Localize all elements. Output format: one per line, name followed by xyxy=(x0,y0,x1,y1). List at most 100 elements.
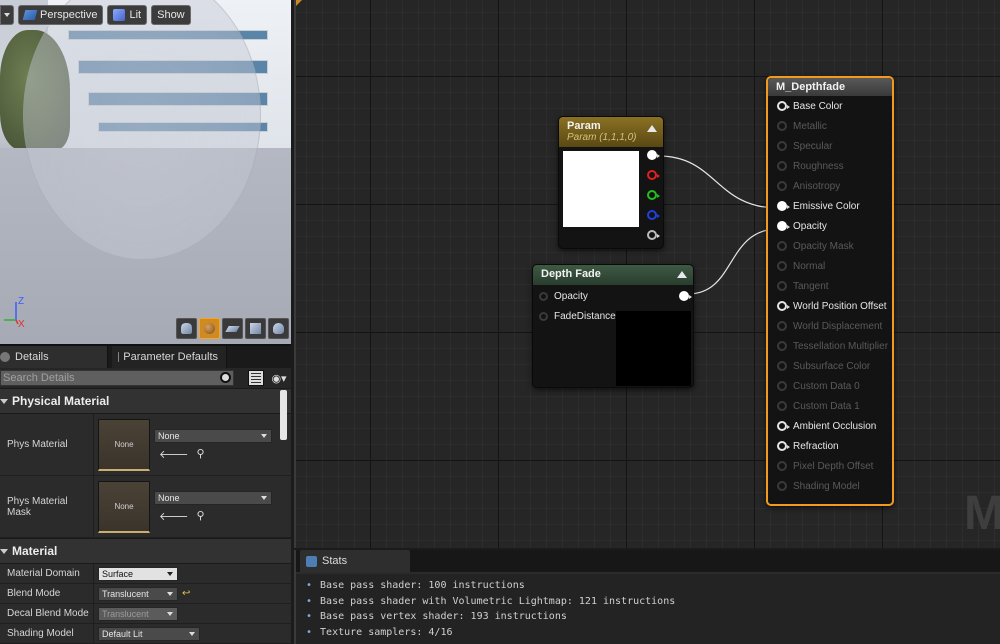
result-pin-row[interactable]: Anisotropy xyxy=(768,176,892,196)
stats-tab-bar: Stats xyxy=(296,550,1000,572)
preview-cylinder-button[interactable] xyxy=(176,318,197,339)
browse-search-icon[interactable]: ⚲ xyxy=(197,509,205,523)
tab-stats[interactable]: Stats xyxy=(300,550,410,572)
input-pin[interactable] xyxy=(777,221,790,231)
preview-cube-button[interactable] xyxy=(245,318,266,339)
result-pin-row[interactable]: World Displacement xyxy=(768,316,892,336)
preview-sphere-button[interactable] xyxy=(199,318,220,339)
result-pin-row[interactable]: Base Color xyxy=(768,96,892,116)
result-node-header[interactable]: M_Depthfade xyxy=(768,78,892,96)
depth-fade-node-header[interactable]: Depth Fade xyxy=(533,265,693,285)
result-pin-label: Opacity Mask xyxy=(793,240,854,252)
category-material[interactable]: Material xyxy=(0,538,291,564)
input-pin[interactable] xyxy=(777,381,787,391)
input-pin[interactable] xyxy=(777,441,790,451)
result-pin-row[interactable]: Refraction xyxy=(768,436,892,456)
output-pin-rgb[interactable] xyxy=(647,150,660,160)
result-pin-row[interactable]: Metallic xyxy=(768,116,892,136)
shading-model-combo[interactable]: Default Lit xyxy=(98,626,200,641)
result-pin-label: World Position Offset xyxy=(793,300,887,312)
material-domain-combo[interactable]: Surface xyxy=(98,566,178,581)
result-pin-row[interactable]: Roughness xyxy=(768,156,892,176)
input-pin[interactable] xyxy=(539,311,548,321)
category-physical-material[interactable]: Physical Material xyxy=(0,388,291,414)
input-pin[interactable] xyxy=(777,481,787,491)
output-pin-b[interactable] xyxy=(647,210,660,220)
input-pin[interactable] xyxy=(777,421,790,431)
input-pin[interactable] xyxy=(777,101,790,111)
blend-mode-label: Blend Mode xyxy=(0,584,94,603)
result-pin-row[interactable]: Pixel Depth Offset xyxy=(768,456,892,476)
phys-material-mask-combo[interactable]: None xyxy=(154,490,272,505)
material-result-node[interactable]: M_Depthfade Base Color Metallic Specular Ro… xyxy=(766,76,894,506)
input-pin[interactable] xyxy=(777,401,787,411)
blend-mode-combo[interactable]: Translucent xyxy=(98,586,178,601)
bullet-icon: • xyxy=(306,626,313,638)
input-pin[interactable] xyxy=(777,121,787,131)
input-pin[interactable] xyxy=(777,461,787,471)
result-pin-row[interactable]: Specular xyxy=(768,136,892,156)
depth-fade-input-opacity[interactable]: Opacity xyxy=(539,286,692,306)
depth-fade-output-pin[interactable] xyxy=(679,291,692,301)
phys-material-thumbnail[interactable]: None xyxy=(98,418,150,471)
viewport-options-button[interactable] xyxy=(0,5,14,25)
result-pin-row[interactable]: World Position Offset xyxy=(768,296,892,316)
result-pin-row[interactable]: Normal xyxy=(768,256,892,276)
result-pin-row[interactable]: Tessellation Multiplier xyxy=(768,336,892,356)
input-pin[interactable] xyxy=(777,201,790,211)
details-scrollbar[interactable] xyxy=(280,390,287,440)
view-options-button[interactable]: ◉▾ xyxy=(267,370,291,386)
material-graph-canvas[interactable]: M Param Param (1,1,1,0) Depth Fade xyxy=(294,0,1000,548)
result-pin-row[interactable]: Custom Data 0 xyxy=(768,376,892,396)
sphere-icon xyxy=(204,323,215,334)
wire-param-to-emissive xyxy=(658,155,779,209)
param-node-header[interactable]: Param Param (1,1,1,0) xyxy=(559,117,663,147)
view-mode-button[interactable]: Lit xyxy=(107,5,148,25)
material-domain-label: Material Domain xyxy=(0,564,94,583)
input-pin[interactable] xyxy=(777,281,787,291)
graph-corner-marker xyxy=(296,0,302,6)
input-pin[interactable] xyxy=(777,301,790,311)
input-pin[interactable] xyxy=(777,241,787,251)
tab-parameter-defaults[interactable]: Parameter Defaults xyxy=(112,346,227,368)
result-pin-row[interactable]: Opacity Mask xyxy=(768,236,892,256)
result-pin-row[interactable]: Subsurface Color xyxy=(768,356,892,376)
browse-search-icon[interactable]: ⚲ xyxy=(197,447,205,461)
input-pin[interactable] xyxy=(777,261,787,271)
output-pin-r[interactable] xyxy=(647,170,660,180)
preview-plane-button[interactable] xyxy=(222,318,243,339)
search-details-input[interactable]: Search Details xyxy=(0,370,234,386)
depth-fade-node[interactable]: Depth Fade Opacity FadeDistance xyxy=(532,264,694,388)
tab-details[interactable]: Details xyxy=(0,346,108,368)
property-matrix-button[interactable] xyxy=(248,370,264,386)
perspective-button[interactable]: Perspective xyxy=(18,5,104,25)
result-pin-row[interactable]: Emissive Color xyxy=(768,196,892,216)
input-pin[interactable] xyxy=(777,161,787,171)
input-pin[interactable] xyxy=(777,141,787,151)
material-preview-viewport[interactable]: Perspective Lit Show Z X xyxy=(0,0,291,344)
result-pin-row[interactable]: Shading Model xyxy=(768,476,892,496)
result-pin-row[interactable]: Ambient Occlusion xyxy=(768,416,892,436)
result-pin-label: Custom Data 1 xyxy=(793,400,860,412)
output-pin-a[interactable] xyxy=(647,230,660,240)
output-pin-g[interactable] xyxy=(647,190,660,200)
use-selected-arrow-icon[interactable]: 🡐 xyxy=(159,509,189,523)
input-pin[interactable] xyxy=(777,341,787,351)
collapse-icon[interactable] xyxy=(647,125,657,132)
show-button[interactable]: Show xyxy=(151,5,191,25)
use-selected-arrow-icon[interactable]: 🡐 xyxy=(159,447,189,461)
input-pin[interactable] xyxy=(777,181,787,191)
result-pin-row[interactable]: Tangent xyxy=(768,276,892,296)
input-pin[interactable] xyxy=(777,321,787,331)
result-pin-row[interactable]: Custom Data 1 xyxy=(768,396,892,416)
phys-material-combo[interactable]: None xyxy=(154,428,272,443)
result-pin-row[interactable]: Opacity xyxy=(768,216,892,236)
input-pin[interactable] xyxy=(539,291,548,301)
input-pin[interactable] xyxy=(777,361,787,371)
collapse-icon[interactable] xyxy=(677,271,687,278)
param-node[interactable]: Param Param (1,1,1,0) xyxy=(558,116,664,249)
phys-material-mask-thumbnail[interactable]: None xyxy=(98,480,150,533)
preview-custom-mesh-button[interactable] xyxy=(268,318,289,339)
reset-to-default-icon[interactable]: ↩ xyxy=(182,588,190,599)
tab-details-label: Details xyxy=(15,351,49,363)
